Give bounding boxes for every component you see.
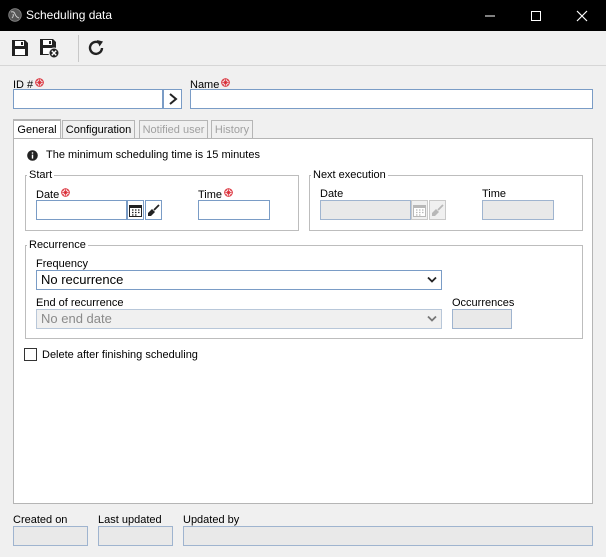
recurrence-group: Recurrence Frequency No recurrence End o… bbox=[25, 239, 583, 339]
required-icon bbox=[61, 188, 71, 197]
next-execution-legend: Next execution bbox=[311, 169, 388, 181]
info-icon bbox=[27, 150, 38, 161]
tab-general[interactable]: General bbox=[13, 119, 61, 139]
frequency-label: Frequency bbox=[36, 258, 88, 270]
chevron-down-icon bbox=[427, 315, 437, 322]
broom-icon bbox=[432, 203, 444, 216]
toolbar bbox=[0, 31, 606, 66]
next-execution-time-label: Time bbox=[482, 188, 507, 200]
refresh-icon bbox=[88, 40, 104, 56]
tab-history: History bbox=[211, 120, 253, 139]
refresh-button[interactable] bbox=[84, 36, 108, 60]
toolbar-separator bbox=[78, 35, 79, 62]
calendar-icon bbox=[129, 204, 142, 217]
tab-configuration[interactable]: Configuration bbox=[62, 120, 135, 139]
required-icon bbox=[221, 78, 231, 87]
save-button[interactable] bbox=[8, 36, 32, 60]
next-execution-calendar-button bbox=[411, 200, 428, 220]
start-date-clear-button[interactable] bbox=[145, 200, 162, 220]
chevron-right-icon bbox=[168, 93, 178, 105]
minimize-button[interactable] bbox=[467, 0, 513, 31]
tab-notified-user: Notified user bbox=[139, 120, 208, 139]
delete-after-label: Delete after finishing scheduling bbox=[42, 349, 198, 361]
recurrence-legend: Recurrence bbox=[27, 239, 88, 251]
updated-by-label: Updated by bbox=[183, 514, 240, 526]
end-of-recurrence-value: No end date bbox=[41, 311, 112, 326]
start-date-input[interactable] bbox=[36, 200, 127, 220]
created-on-label: Created on bbox=[13, 514, 68, 526]
start-group: Start Date Time bbox=[25, 169, 299, 231]
required-icon bbox=[224, 188, 233, 197]
required-icon bbox=[35, 78, 44, 87]
minimize-icon bbox=[485, 15, 495, 16]
broom-icon bbox=[148, 203, 160, 216]
end-of-recurrence-label: End of recurrence bbox=[36, 297, 124, 309]
end-of-recurrence-select: No end date bbox=[36, 309, 442, 329]
next-execution-clear-button bbox=[429, 200, 446, 220]
save-and-close-icon bbox=[40, 39, 60, 59]
occurrences-input bbox=[452, 309, 512, 329]
globe-icon bbox=[8, 8, 22, 22]
window-title: Scheduling data bbox=[26, 8, 113, 22]
created-on-field bbox=[13, 526, 88, 546]
frequency-select[interactable]: No recurrence bbox=[36, 270, 442, 290]
id-lookup-button[interactable] bbox=[163, 89, 182, 109]
last-updated-label: Last updated bbox=[98, 514, 162, 526]
close-icon bbox=[576, 10, 588, 21]
frequency-value: No recurrence bbox=[41, 272, 124, 287]
calendar-icon bbox=[413, 204, 426, 217]
updated-by-field bbox=[183, 526, 593, 546]
next-execution-group: Next execution Date Time bbox=[309, 169, 583, 231]
next-execution-date-label: Date bbox=[320, 188, 344, 200]
start-time-input[interactable] bbox=[198, 200, 270, 220]
save-and-close-button[interactable] bbox=[37, 36, 61, 60]
start-legend: Start bbox=[27, 169, 55, 181]
start-date-calendar-button[interactable] bbox=[127, 200, 144, 220]
maximize-button[interactable] bbox=[513, 0, 559, 31]
save-icon bbox=[12, 40, 28, 56]
general-panel: The minimum scheduling time is 15 minute… bbox=[13, 138, 593, 504]
delete-after-checkbox[interactable] bbox=[24, 348, 37, 361]
last-updated-field bbox=[98, 526, 173, 546]
maximize-icon bbox=[531, 10, 541, 21]
id-input[interactable] bbox=[13, 89, 163, 109]
info-text: The minimum scheduling time is 15 minute… bbox=[46, 149, 260, 161]
occurrences-label: Occurrences bbox=[452, 297, 515, 309]
next-execution-time-input bbox=[482, 200, 554, 220]
close-button[interactable] bbox=[559, 0, 605, 31]
chevron-down-icon bbox=[427, 276, 437, 283]
next-execution-date-input bbox=[320, 200, 411, 220]
name-input[interactable] bbox=[190, 89, 593, 109]
title-bar: Scheduling data bbox=[0, 0, 606, 31]
